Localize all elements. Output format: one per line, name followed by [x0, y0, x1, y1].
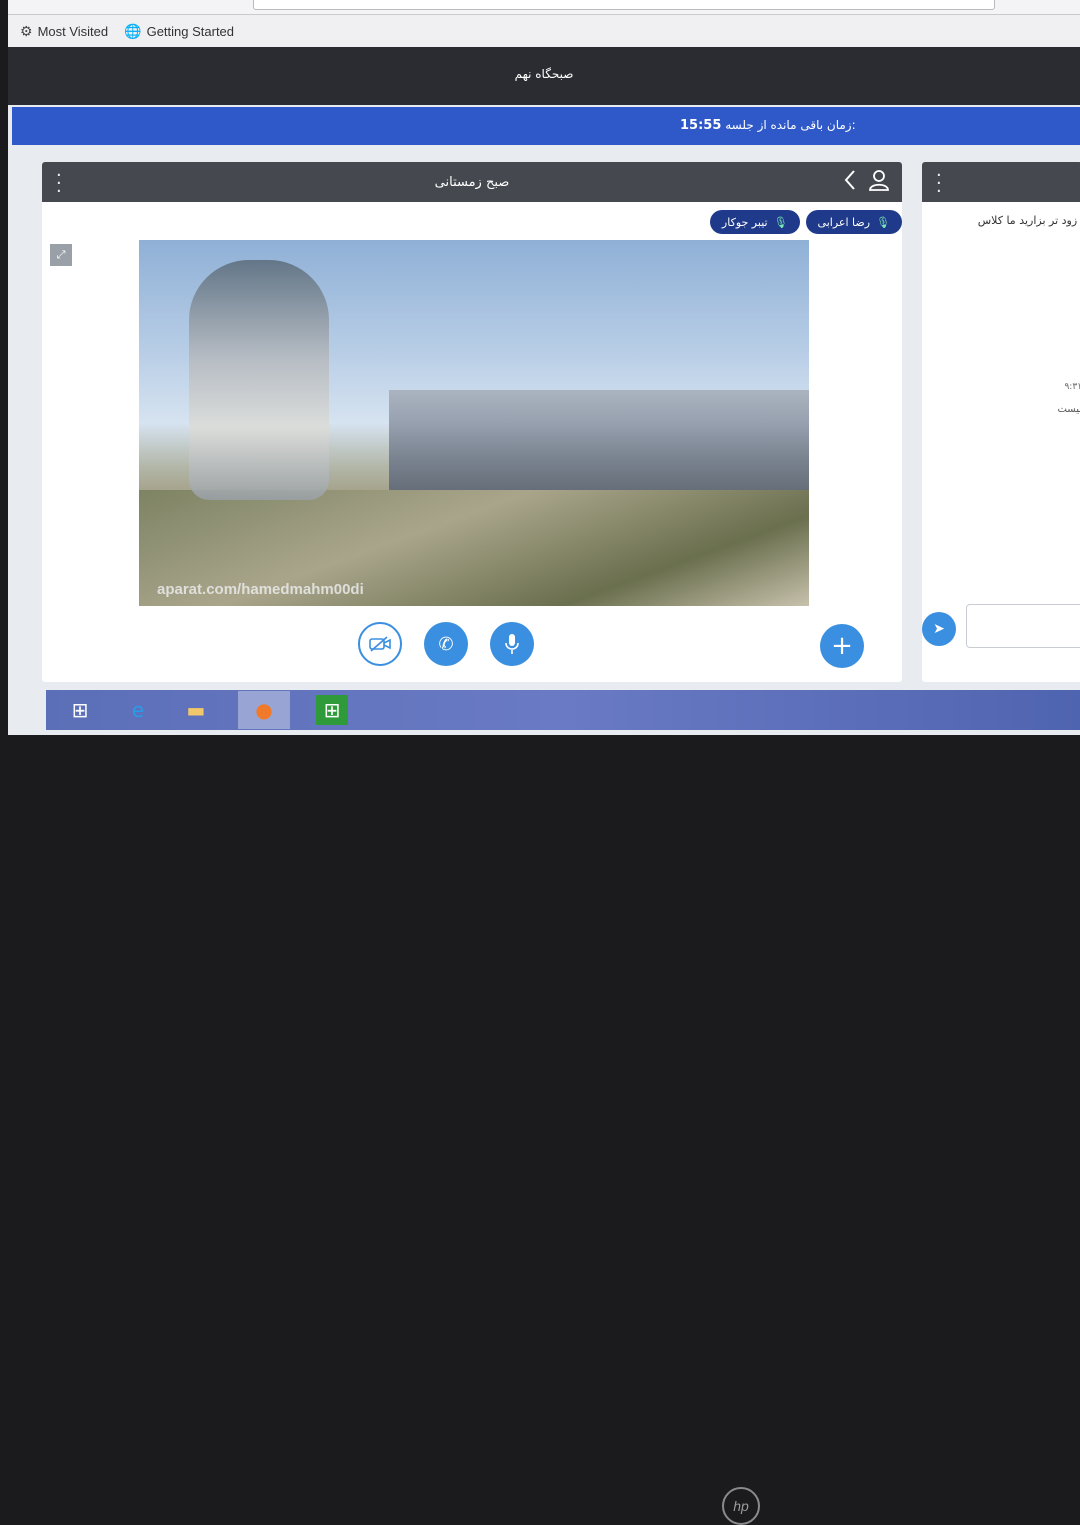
add-button[interactable]: +	[820, 624, 864, 668]
app-title: صبحگاه نهم	[514, 67, 574, 81]
windows-start-icon[interactable]: ⊞	[64, 695, 96, 725]
session-timer: 15:55 زمان باقی مانده از جلسه:	[680, 118, 856, 133]
gear-icon: ⚙	[20, 22, 33, 39]
screen: ⚙ Most Visited 🌐 Getting Started صبحگاه …	[8, 0, 1080, 735]
video-stream: aparat.com/hamedmahm00di	[139, 240, 809, 606]
camera-off-icon	[369, 636, 391, 652]
more-options-icon[interactable]: · · ·	[936, 167, 942, 201]
internet-explorer-icon[interactable]: e	[122, 695, 154, 725]
file-explorer-icon[interactable]: ▬	[180, 695, 212, 725]
chat-message: ر زود تر بزارید ما کلاس	[977, 214, 1080, 227]
video-panel: · · · صبح زمستانی تیبر جوکار 🎙 رضا اعرابی …	[42, 162, 902, 682]
taskbar: ⊞ e ▬ ● ⊞	[46, 690, 1080, 730]
globe-icon: 🌐	[124, 22, 142, 39]
chevron-left-icon[interactable]	[842, 169, 858, 195]
chat-timestamp: ۹:۳۱	[1064, 382, 1080, 392]
bookmark-label: Getting Started	[146, 23, 235, 39]
chat-panel: · · · ر زود تر بزارید ما کلاس ۹:۳۱ نیست ➤	[922, 162, 1080, 682]
user-icon[interactable]	[868, 168, 890, 196]
timer-label: زمان باقی مانده از جلسه:	[725, 118, 856, 132]
bookmark-most-visited[interactable]: ⚙ Most Visited	[20, 23, 108, 40]
timer-value: 15:55	[680, 118, 722, 133]
microphone-icon: 🎙	[876, 215, 890, 229]
bookmarks-bar: ⚙ Most Visited 🌐 Getting Started	[8, 15, 1080, 47]
call-controls: ✆	[358, 622, 534, 666]
phone-button[interactable]: ✆	[424, 622, 468, 666]
microphone-button[interactable]	[490, 622, 534, 666]
session-timer-bar: 15:55 زمان باقی مانده از جلسه:	[12, 107, 1080, 145]
participant-pill[interactable]: تیبر جوکار 🎙	[709, 210, 800, 234]
bookmark-getting-started[interactable]: 🌐 Getting Started	[124, 23, 234, 40]
laptop-bezel: hp	[0, 735, 1080, 1525]
plus-icon: +	[831, 631, 853, 661]
fullscreen-icon[interactable]: ⤢	[50, 244, 72, 266]
video-portrait-overlay	[189, 260, 329, 500]
chat-input[interactable]	[966, 604, 1080, 648]
participant-list: تیبر جوکار 🎙 رضا اعرابی 🎙	[709, 210, 902, 234]
chat-message-fragment: نیست	[1057, 404, 1080, 415]
store-icon[interactable]: ⊞	[316, 695, 348, 725]
video-panel-header: · · · صبح زمستانی	[42, 162, 902, 202]
bookmark-label: Most Visited	[37, 23, 109, 39]
chat-panel-header: · · ·	[922, 162, 1080, 202]
participant-name: رضا اعرابی	[817, 215, 871, 229]
address-bar[interactable]	[253, 0, 995, 10]
participant-name: تیبر جوکار	[721, 215, 768, 229]
firefox-icon[interactable]: ●	[238, 691, 290, 729]
app-header: صبحگاه نهم	[8, 47, 1080, 105]
microphone-icon	[505, 634, 519, 654]
video-watermark: aparat.com/hamedmahm00di	[157, 581, 364, 598]
browser-toolbar	[8, 0, 1080, 15]
participant-pill[interactable]: رضا اعرابی 🎙	[805, 210, 902, 234]
send-icon: ➤	[933, 621, 945, 637]
hp-logo-icon: hp	[722, 1487, 760, 1525]
room-title: صبح زمستانی	[434, 175, 510, 190]
send-button[interactable]: ➤	[922, 612, 956, 646]
video-city-scene	[389, 390, 809, 500]
phone-icon: ✆	[438, 633, 454, 655]
panel-header-actions	[842, 168, 890, 196]
microphone-icon: 🎙	[773, 215, 788, 229]
camera-off-button[interactable]	[358, 622, 402, 666]
